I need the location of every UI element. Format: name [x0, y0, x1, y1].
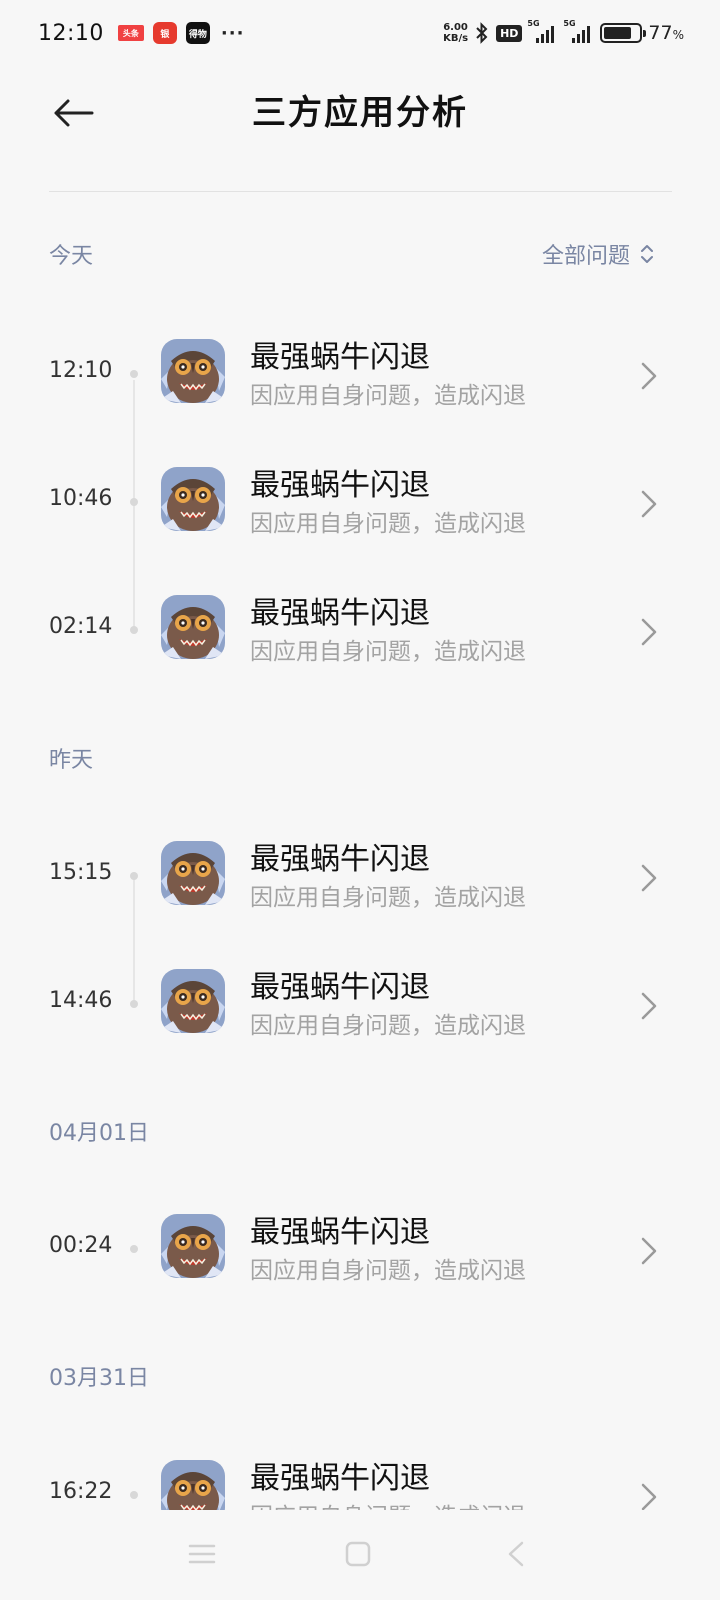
hd-voice-badge: HD — [496, 24, 523, 42]
snail-game-app-icon — [161, 1214, 225, 1278]
battery-percent-value: 77 — [648, 22, 673, 44]
bluetooth-icon — [476, 22, 488, 44]
crash-time: 14:46 — [49, 988, 113, 1013]
timeline-dot — [130, 498, 138, 506]
battery-icon — [600, 23, 647, 43]
menu-button[interactable] — [182, 1534, 222, 1574]
sort-updown-icon — [641, 245, 653, 263]
chevron-right-icon — [634, 1231, 664, 1271]
crash-title: 最强蜗牛闪退 — [250, 842, 430, 877]
timeline-dot — [130, 1000, 138, 1008]
crash-reason: 因应用自身问题，造成闪退 — [250, 1013, 526, 1039]
crash-record-row[interactable]: 12:10 最强蜗牛闪退 因应用自身问题，造成闪退 — [0, 322, 720, 432]
section-label-yesterday: 昨天 — [49, 748, 94, 773]
section-label-date: 04月01日 — [49, 1121, 149, 1146]
crash-title: 最强蜗牛闪退 — [250, 340, 430, 375]
filter-dropdown[interactable]: 全部问题 — [542, 238, 654, 270]
chevron-right-icon — [634, 484, 664, 524]
snail-game-app-icon — [161, 595, 225, 659]
snail-game-app-icon — [161, 339, 225, 403]
crash-reason: 因应用自身问题，造成闪退 — [250, 639, 526, 665]
filter-label: 全部问题 — [541, 244, 630, 269]
timeline-dot — [130, 370, 138, 378]
crash-record-row[interactable]: 00:24 最强蜗牛闪退 因应用自身问题，造成闪退 — [0, 1197, 720, 1307]
timeline-dot — [130, 1245, 138, 1253]
status-bar: 12:10 头条 银 得物 ··· 6.00 KB/s HD 5G 5G 77% — [0, 0, 720, 66]
crash-reason: 因应用自身问题，造成闪退 — [250, 1258, 526, 1284]
snail-game-app-icon — [161, 841, 225, 905]
timeline-dot — [130, 1491, 138, 1499]
header-divider — [49, 191, 672, 192]
crash-title: 最强蜗牛闪退 — [250, 596, 430, 631]
back-triangle-icon — [508, 1541, 524, 1567]
crash-reason: 因应用自身问题，造成闪退 — [250, 511, 526, 537]
dewu-app-icon: 得物 — [185, 22, 210, 44]
crash-title: 最强蜗牛闪退 — [250, 468, 430, 503]
timeline-dot — [130, 626, 138, 634]
page-title: 三方应用分析 — [252, 93, 468, 133]
chevron-right-icon — [634, 612, 664, 652]
crash-record-row[interactable]: 14:46 最强蜗牛闪退 因应用自身问题，造成闪退 — [0, 952, 720, 1062]
network-speed-value: 6.00 — [443, 22, 468, 33]
battery-percent: 77% — [648, 22, 684, 44]
snail-game-app-icon — [161, 969, 225, 1033]
crash-record-row[interactable]: 10:46 最强蜗牛闪退 因应用自身问题，造成闪退 — [0, 450, 720, 560]
crash-record-row[interactable]: 02:14 最强蜗牛闪退 因应用自身问题，造成闪退 — [0, 578, 720, 688]
signal-strength-icon: 5G — [527, 19, 558, 43]
network-type-label: 5G — [527, 19, 540, 28]
more-notifications-icon: ··· — [220, 22, 245, 44]
menu-icon — [188, 1544, 216, 1564]
crash-time: 10:46 — [49, 486, 113, 511]
crash-time: 12:10 — [49, 358, 113, 383]
crash-title: 最强蜗牛闪退 — [250, 970, 430, 1005]
system-nav-bar — [0, 1510, 720, 1600]
bank-app-icon: 银 — [152, 22, 177, 44]
chevron-right-icon — [634, 356, 664, 396]
page-header: 三方应用分析 — [0, 66, 720, 190]
network-speed: 6.00 KB/s — [443, 22, 468, 44]
timeline-dot — [130, 872, 138, 880]
back-nav-button[interactable] — [496, 1534, 536, 1574]
toutiao-app-icon: 头条 — [117, 25, 144, 41]
crash-time: 00:24 — [49, 1233, 113, 1258]
crash-title: 最强蜗牛闪退 — [250, 1461, 430, 1496]
section-label-date: 03月31日 — [49, 1366, 149, 1391]
signal-strength-icon-2: 5G — [563, 19, 594, 43]
crash-time: 15:15 — [49, 860, 113, 885]
snail-game-app-icon — [161, 467, 225, 531]
status-notification-icons: 头条 银 得物 ··· — [117, 22, 245, 44]
chevron-right-icon — [634, 858, 664, 898]
status-time: 12:10 — [38, 20, 104, 46]
home-button[interactable] — [338, 1534, 378, 1574]
crash-time: 02:14 — [49, 614, 113, 639]
crash-record-row[interactable]: 15:15 最强蜗牛闪退 因应用自身问题，造成闪退 — [0, 824, 720, 934]
crash-reason: 因应用自身问题，造成闪退 — [250, 383, 526, 409]
crash-time: 16:22 — [49, 1479, 113, 1504]
home-square-icon — [345, 1541, 371, 1567]
crash-title: 最强蜗牛闪退 — [250, 1215, 430, 1250]
network-speed-unit: KB/s — [443, 33, 469, 44]
battery-percent-sign: % — [672, 28, 684, 42]
network-type-label-2: 5G — [563, 19, 576, 28]
chevron-right-icon — [634, 986, 664, 1026]
crash-reason: 因应用自身问题，造成闪退 — [250, 885, 526, 911]
section-label-today: 今天 — [49, 244, 94, 269]
